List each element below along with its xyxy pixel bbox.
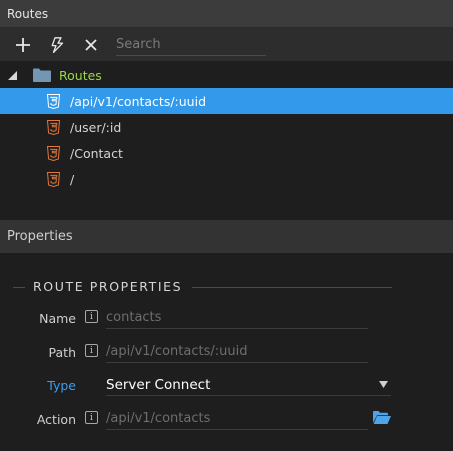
action-field-wrap [106,408,368,430]
info-icon[interactable]: i [85,310,98,323]
action-label: Action [36,412,76,427]
route-path-label: / [70,171,75,187]
html-file-icon [47,120,60,135]
route-item[interactable]: /api/v1/contacts/:uuid [0,88,453,114]
tree-root-label: Routes [59,67,102,83]
action-property-row: Action i [0,408,453,432]
info-icon[interactable]: i [85,411,98,424]
html-file-icon [47,146,60,161]
folder-open-icon[interactable] [373,411,391,424]
route-path-label: /user/:id [70,119,122,135]
name-input[interactable] [106,310,368,325]
section-divider [192,287,392,288]
plus-icon [16,37,30,52]
name-label: Name [39,311,76,326]
lightning-icon [51,36,64,53]
route-path-label: /api/v1/contacts/:uuid [70,93,207,109]
properties-panel-header: Properties [0,220,453,253]
routes-panel-title: Routes [7,6,49,21]
name-field-wrap [106,307,368,329]
route-item[interactable]: / [0,166,453,192]
path-input[interactable] [106,344,368,359]
name-property-row: Name i [0,307,453,331]
properties-panel-title: Properties [7,229,73,244]
folder-icon [33,68,51,82]
routes-toolbar [0,28,453,62]
path-field-wrap [106,341,368,363]
route-path-label: /Contact [70,145,123,161]
routes-tree: Routes /api/v1/contacts/:uuid /user/:id … [0,62,453,220]
type-property-row: Type Server Connect [0,374,453,398]
route-properties-section-header: ROUTE PROPERTIES [0,279,453,295]
html-file-icon [47,172,60,187]
chevron-down-icon [379,381,388,388]
path-property-row: Path i [0,341,453,365]
tree-root-item[interactable]: Routes [0,62,453,88]
close-icon [85,38,97,51]
section-title: ROUTE PROPERTIES [33,279,183,294]
html-file-icon [47,94,60,109]
route-item[interactable]: /user/:id [0,114,453,140]
caret-expanded-icon[interactable] [8,71,17,80]
properties-panel: ROUTE PROPERTIES Name i Path i Type Serv… [0,253,453,451]
type-label: Type [47,378,76,393]
path-label: Path [48,345,76,360]
action-input[interactable] [106,411,368,426]
type-select[interactable]: Server Connect [106,374,391,396]
add-route-button[interactable] [6,28,40,62]
route-item[interactable]: /Contact [0,140,453,166]
search-input[interactable] [116,36,266,52]
info-icon[interactable]: i [85,344,98,357]
route-action-button[interactable] [40,28,74,62]
search-box [116,34,266,56]
type-select-value: Server Connect [106,376,211,393]
delete-route-button[interactable] [74,28,108,62]
section-divider [13,287,25,288]
routes-panel-header: Routes [0,0,453,28]
